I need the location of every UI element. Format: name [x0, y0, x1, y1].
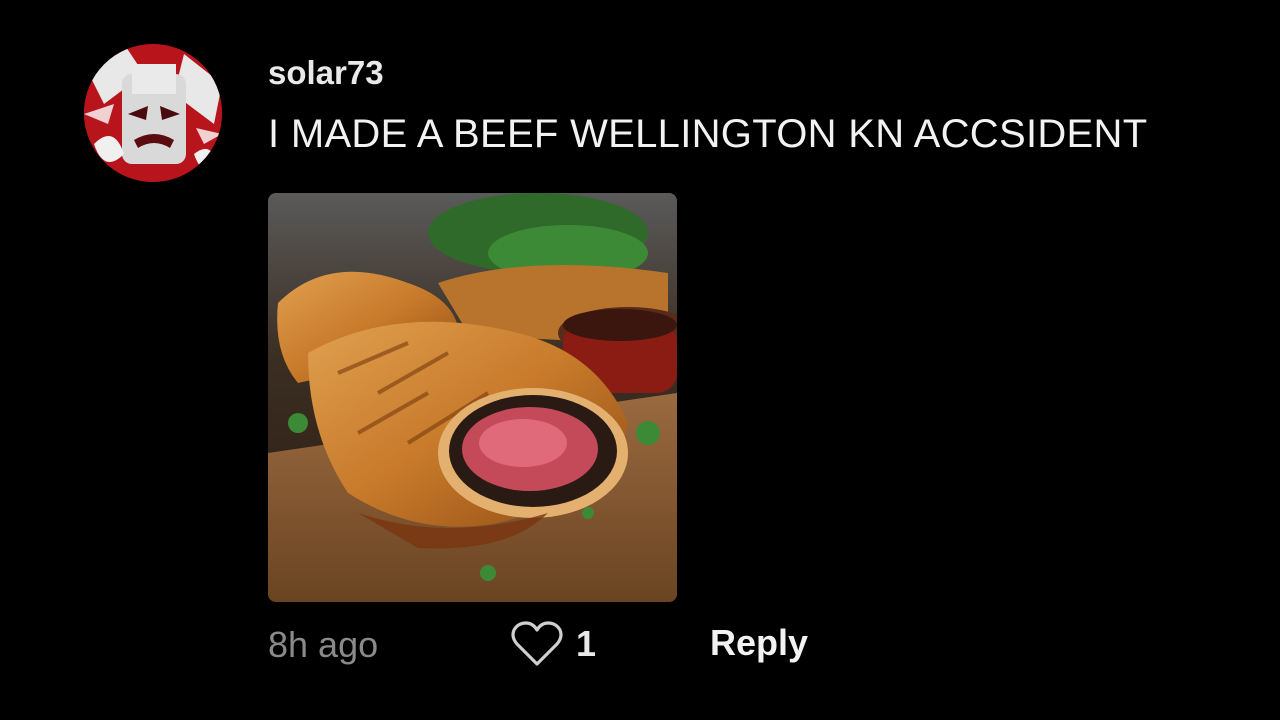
- heart-outline-icon: [511, 621, 563, 666]
- like-count: 1: [576, 623, 597, 664]
- like-button[interactable]: 1: [510, 618, 596, 670]
- username[interactable]: solar73: [268, 54, 384, 92]
- timestamp: 8h ago: [268, 624, 379, 665]
- beef-wellington-photo: [268, 193, 677, 602]
- reply-button[interactable]: Reply: [710, 622, 808, 664]
- attachment-image[interactable]: [268, 193, 677, 602]
- avatar[interactable]: [84, 44, 222, 182]
- avatar-image: [84, 44, 222, 182]
- comment: solar73 I MADE A BEEF WELLINGTON KN ACCS…: [0, 0, 1280, 720]
- comment-text: I MADE A BEEF WELLINGTON KN ACCSIDENT: [268, 112, 1148, 156]
